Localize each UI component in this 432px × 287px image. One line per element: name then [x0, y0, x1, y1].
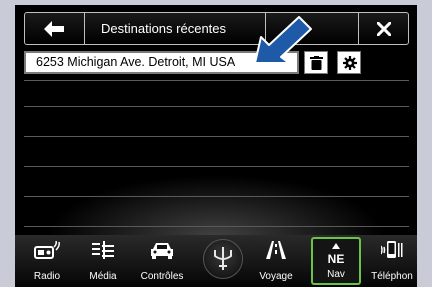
- nav-label-controls: Contrôles: [140, 271, 184, 282]
- nav-voyage[interactable]: Voyage: [251, 237, 301, 285]
- list-divider: [24, 80, 409, 81]
- destination-list: [15, 77, 417, 237]
- nav-label-media: Média: [89, 271, 117, 282]
- close-icon: [377, 22, 391, 36]
- bottom-nav-bar: Radio Média Contrôles Voyage NE Nav Télé…: [15, 235, 417, 287]
- back-arrow-icon: [44, 21, 64, 37]
- compass-heading: NE: [327, 252, 345, 266]
- callout-arrow-icon: [254, 16, 312, 64]
- nav-phone[interactable]: Téléphon: [367, 237, 417, 285]
- nav-label-nav: Nav: [327, 269, 345, 280]
- page-title: Destinations récentes: [101, 21, 227, 36]
- nav-label-voyage: Voyage: [259, 271, 293, 282]
- nav-nav[interactable]: NE Nav: [311, 237, 361, 285]
- settings-button[interactable]: [337, 51, 361, 74]
- trident-logo-icon: [214, 247, 232, 270]
- list-divider: [24, 196, 409, 197]
- nav-controls[interactable]: Contrôles: [137, 237, 187, 285]
- compass-icon: [332, 243, 340, 249]
- nav-label-radio: Radio: [33, 271, 61, 282]
- phone-icon: [381, 241, 403, 258]
- radio-icon: [34, 241, 60, 259]
- back-button[interactable]: [25, 13, 85, 44]
- nav-label-phone: Téléphon: [371, 271, 413, 282]
- list-divider: [24, 136, 409, 137]
- nav-media[interactable]: Média: [78, 237, 128, 285]
- media-icon: [92, 241, 114, 259]
- road-icon: [266, 241, 286, 259]
- close-button[interactable]: [358, 13, 408, 44]
- nav-radio[interactable]: Radio: [22, 237, 72, 285]
- nav-screen: Destinations récentes 6253 Michigan Ave.…: [15, 5, 417, 287]
- car-controls-icon: [151, 243, 173, 259]
- list-divider: [24, 166, 409, 167]
- gear-icon: [343, 56, 357, 70]
- list-divider: [24, 106, 409, 107]
- header-bar: Destinations récentes: [24, 12, 409, 45]
- list-divider: [24, 226, 409, 227]
- home-logo-button[interactable]: [203, 239, 243, 279]
